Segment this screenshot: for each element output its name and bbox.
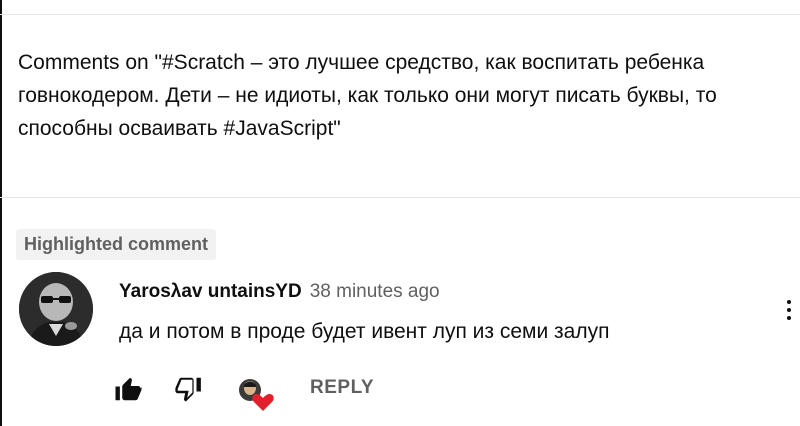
comment-header: Yarosλav untainsYD 38 minutes ago — [119, 280, 440, 304]
highlighted-comment-chip: Highlighted comment — [16, 229, 216, 260]
thumb-up-filled-icon[interactable] — [113, 374, 145, 404]
thumb-down-outline-icon[interactable] — [174, 374, 206, 404]
more-vertical-icon[interactable] — [784, 300, 794, 328]
comment-author[interactable]: Yarosλav untainsYD — [119, 281, 302, 302]
comments-title: Comments on "#Scratch – это лучшее средс… — [18, 51, 717, 140]
reply-button[interactable]: REPLY — [310, 377, 374, 399]
avatar[interactable] — [19, 272, 93, 346]
left-border — [0, 0, 2, 426]
top-divider — [0, 14, 800, 15]
comment-text: да и потом в проде будет ивент луп из се… — [119, 320, 610, 343]
creator-heart-icon — [236, 376, 276, 412]
comment-time[interactable]: 38 minutes ago — [310, 281, 440, 302]
section-divider — [0, 197, 800, 198]
avatar-image — [19, 272, 93, 346]
